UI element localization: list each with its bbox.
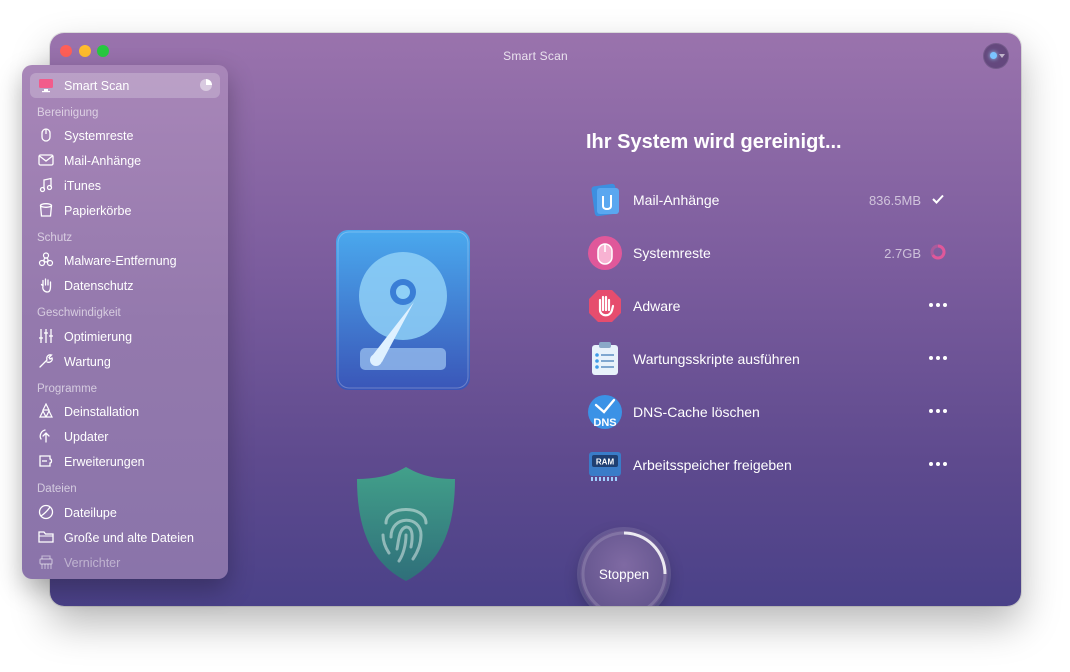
section-title-cleanup: Bereinigung (37, 107, 99, 119)
adware-hand-icon (589, 290, 621, 322)
lens-icon (38, 504, 54, 520)
updater-icon (39, 429, 50, 443)
sidebar-item-label: Updater (64, 430, 109, 444)
task-mail-attachments: Mail-Anhänge 836.5MB (587, 181, 947, 219)
sidebar-item-extensions[interactable]: Erweiterungen (30, 449, 220, 474)
sidebar-item-smart-scan[interactable]: Smart Scan (30, 73, 220, 98)
task-dns-cache: DNS DNS-Cache löschen (587, 393, 947, 431)
task-name: Systemreste (633, 245, 711, 261)
assistant-icon (990, 52, 997, 59)
sidebar-item-label: Erweiterungen (64, 455, 145, 469)
monitor-icon (39, 79, 53, 93)
task-maintenance-scripts: Wartungsskripte ausführen (587, 340, 947, 378)
task-name: Adware (633, 298, 681, 314)
dns-icon-label: DNS (593, 417, 616, 429)
sidebar-item-label: Optimierung (64, 330, 133, 344)
sidebar-item-label: Systemreste (64, 129, 134, 143)
sidebar-item-label: Dateilupe (64, 506, 117, 520)
sidebar-item-updater[interactable]: Updater (30, 424, 220, 449)
window-title: Smart Scan (503, 49, 568, 63)
sidebar-item-large-old-files[interactable]: Große und alte Dateien (30, 525, 220, 550)
progress-spinner-icon (929, 243, 947, 261)
ram-icon-label: RAM (596, 458, 615, 467)
privacy-shield-illustration (357, 467, 455, 581)
sidebar-item-label: iTunes (64, 179, 102, 193)
extensions-icon (39, 455, 53, 467)
sidebar-item-label: Datenschutz (64, 279, 134, 293)
dns-icon: DNS (588, 395, 622, 429)
mail-attachments-icon (591, 183, 619, 217)
task-name: Mail-Anhänge (633, 192, 720, 208)
sidebar-item-maintenance[interactable]: Wartung (30, 349, 220, 374)
more-dots-icon (929, 296, 947, 314)
sidebar-item-label: Smart Scan (64, 79, 130, 93)
shredder-icon (39, 555, 53, 569)
biohazard-icon (38, 252, 54, 267)
section-title-applications: Programme (37, 383, 98, 395)
checkmark-icon (929, 190, 947, 208)
sidebar-item-label: Papierkörbe (64, 204, 132, 218)
stop-button-wrap: Stoppen (580, 530, 668, 606)
sidebar-item-trash[interactable]: Papierkörbe (30, 198, 220, 223)
sidebar-item-label: Mail-Anhänge (64, 154, 142, 168)
sidebar-item-system-junk[interactable]: Systemreste (30, 123, 220, 148)
task-free-ram: RAM Arbeitsspeicher freigeben (587, 446, 947, 484)
clipboard-icon (592, 342, 618, 375)
trash-bin-icon (39, 203, 53, 217)
sidebar-item-uninstaller[interactable]: Deinstallation (30, 399, 220, 424)
sidebar-item-label: Malware-Entfernung (64, 254, 177, 268)
section-title-protection: Schutz (37, 232, 73, 244)
wrench-icon (39, 354, 53, 368)
ram-icon: RAM (589, 452, 621, 481)
envelope-icon (38, 154, 54, 166)
more-dots-icon (929, 455, 947, 473)
task-size: 2.7GB (884, 246, 921, 261)
task-adware: Adware (587, 287, 947, 325)
assistant-button[interactable] (983, 43, 1009, 69)
music-note-icon (39, 177, 53, 193)
task-system-junk: Systemreste 2.7GB (587, 234, 947, 272)
sidebar-item-space-lens[interactable]: Dateilupe (30, 500, 220, 525)
sliders-icon (39, 329, 53, 343)
sidebar-item-mail-attachments[interactable]: Mail-Anhänge (30, 148, 220, 173)
cleaning-headline: Ihr System wird gereinigt... (586, 131, 842, 153)
progress-ring (581, 531, 667, 606)
sidebar-item-label: Wartung (64, 355, 111, 369)
hand-icon (40, 278, 52, 293)
system-junk-icon (41, 128, 51, 142)
more-dots-icon (929, 349, 947, 367)
scan-progress-pie-icon (200, 79, 212, 91)
section-title-speed: Geschwindigkeit (37, 307, 121, 319)
task-size: 836.5MB (868, 193, 921, 208)
task-name: Wartungsskripte ausführen (633, 351, 800, 367)
section-title-files: Dateien (37, 483, 77, 495)
sidebar-item-label: Deinstallation (64, 405, 140, 419)
sidebar-item-malware-removal[interactable]: Malware-Entfernung (30, 248, 220, 273)
uninstaller-icon (39, 403, 53, 418)
more-dots-icon (929, 402, 947, 420)
folder-icon (38, 531, 54, 543)
sidebar-item-label: Vernichter (64, 556, 121, 570)
sidebar-item-optimization[interactable]: Optimierung (30, 324, 220, 349)
chevron-down-icon (999, 54, 1005, 58)
system-junk-icon (588, 236, 622, 270)
sidebar-item-shredder[interactable]: Vernichter (30, 550, 220, 575)
hard-drive-illustration (336, 230, 470, 390)
sidebar-item-itunes[interactable]: iTunes (30, 173, 220, 198)
sidebar: Smart Scan Bereinigung Systemreste Mail-… (22, 65, 228, 579)
sidebar-item-label: Große und alte Dateien (64, 531, 194, 545)
sidebar-item-privacy[interactable]: Datenschutz (30, 273, 220, 298)
task-name: DNS-Cache löschen (633, 404, 760, 420)
task-name: Arbeitsspeicher freigeben (633, 457, 792, 473)
